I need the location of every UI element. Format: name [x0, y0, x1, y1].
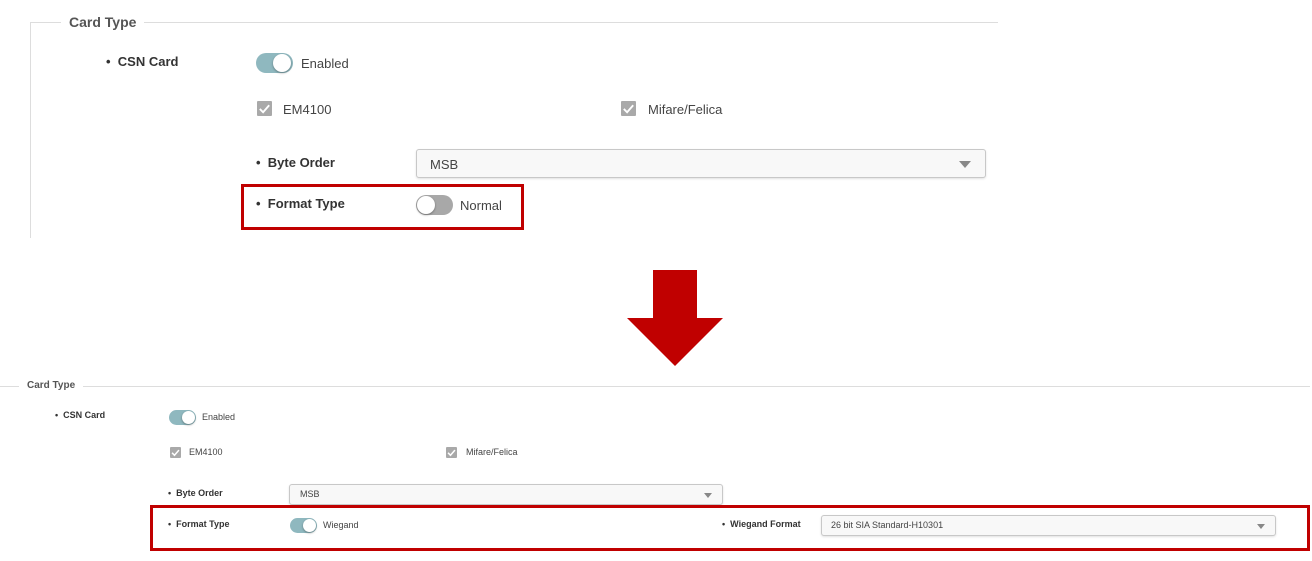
- chevron-down-icon: [704, 493, 712, 498]
- check-icon: [447, 449, 456, 457]
- mifare-felica-label: Mifare/Felica: [466, 447, 518, 457]
- mifare-felica-checkbox[interactable]: [621, 101, 636, 116]
- section-divider: [0, 386, 1310, 387]
- em4100-label: EM4100: [189, 447, 223, 457]
- check-icon: [259, 104, 270, 114]
- byte-order-select[interactable]: MSB: [416, 149, 986, 178]
- check-icon: [171, 449, 180, 457]
- em4100-checkbox[interactable]: [257, 101, 272, 116]
- csn-card-label: • CSN Card: [55, 410, 106, 420]
- byte-order-label: • Byte Order: [256, 155, 335, 170]
- section-divider: [30, 22, 998, 23]
- check-icon: [623, 104, 634, 114]
- csn-card-status: Enabled: [202, 412, 236, 422]
- byte-order-value: MSB: [430, 157, 459, 172]
- highlight-box: [241, 184, 524, 230]
- csn-card-toggle[interactable]: [256, 53, 293, 73]
- csn-card-toggle[interactable]: [169, 410, 196, 425]
- byte-order-label: • Byte Order: [168, 488, 223, 498]
- em4100-checkbox[interactable]: [170, 447, 181, 458]
- csn-card-label: • CSN Card: [106, 54, 179, 69]
- section-title: Card Type: [61, 14, 145, 30]
- highlight-box: [150, 505, 1310, 551]
- section-border-left: [30, 22, 31, 238]
- em4100-label: EM4100: [283, 102, 332, 117]
- section-title: Card Type: [19, 380, 84, 391]
- csn-card-status: Enabled: [301, 56, 349, 71]
- mifare-felica-checkbox[interactable]: [446, 447, 457, 458]
- byte-order-select[interactable]: MSB: [289, 484, 723, 505]
- arrow-down-icon: [627, 270, 723, 366]
- mifare-felica-label: Mifare/Felica: [648, 102, 723, 117]
- chevron-down-icon: [959, 161, 971, 168]
- byte-order-value: MSB: [300, 489, 320, 499]
